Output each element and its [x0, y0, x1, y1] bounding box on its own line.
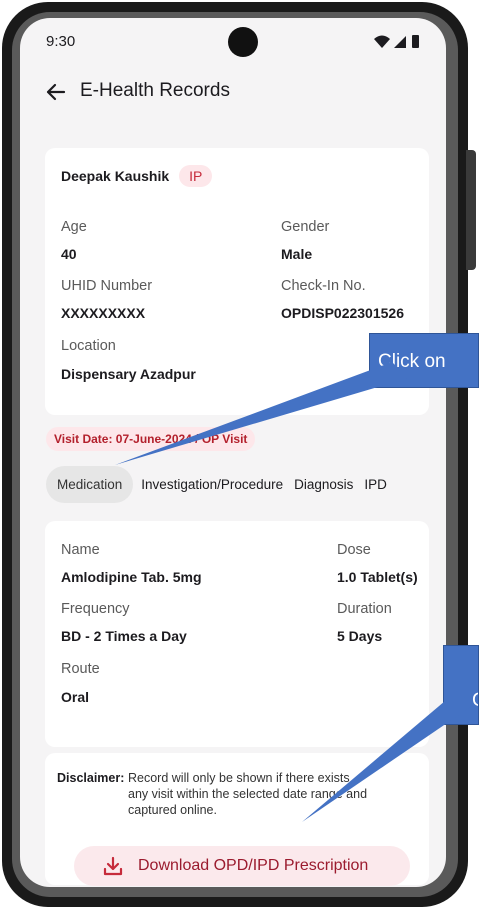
- med-name-value: Amlodipine Tab. 5mg: [61, 569, 202, 585]
- page-title: E-Health Records: [80, 80, 230, 101]
- route-value: Oral: [61, 689, 90, 705]
- duration-label: Duration: [337, 601, 392, 617]
- battery-icon: [412, 35, 419, 48]
- disclaimer-card: Disclaimer: Record will only be shown if…: [45, 753, 429, 886]
- patient-name: Deepak Kaushik: [61, 168, 170, 184]
- ip-status-badge: IP: [179, 165, 213, 187]
- download-prescription-button[interactable]: Download OPD/IPD Prescription: [74, 846, 410, 886]
- checkin-value: OPDISP022301526: [281, 305, 404, 321]
- status-icons: [374, 35, 419, 48]
- checkin-label: Check-In No.: [281, 278, 366, 294]
- download-button-label: Download OPD/IPD Prescription: [138, 857, 369, 874]
- patient-name-row: Deepak Kaushik IP: [61, 165, 213, 187]
- camera-cutout: [228, 27, 258, 57]
- tab-ipd[interactable]: IPD: [364, 477, 387, 492]
- disclaimer-text: Record will only be shown if there exist…: [128, 771, 368, 817]
- back-arrow-icon[interactable]: [42, 78, 70, 106]
- duration-value: 5 Days: [337, 628, 383, 644]
- route-label: Route: [61, 661, 100, 677]
- gender-value: Male: [281, 246, 313, 262]
- wifi-icon: [374, 35, 390, 48]
- dose-label: Dose: [337, 542, 371, 558]
- age-value: 40: [61, 246, 77, 262]
- app-bar: E-Health Records: [20, 74, 446, 122]
- record-tabs: Medication Investigation/Procedure Diagn…: [46, 464, 446, 504]
- uhid-value: XXXXXXXXX: [61, 305, 146, 321]
- phone-side-button: [466, 150, 476, 270]
- uhid-label: UHID Number: [61, 278, 153, 294]
- location-value: Dispensary Azadpur: [61, 366, 196, 382]
- download-icon: [103, 856, 123, 876]
- medication-card: Name Amlodipine Tab. 5mg Dose 1.0 Tablet…: [45, 521, 429, 747]
- frequency-label: Frequency: [61, 601, 130, 617]
- annotation-callout-2: C: [443, 645, 479, 725]
- disclaimer: Disclaimer: Record will only be shown if…: [57, 770, 367, 817]
- age-label: Age: [61, 219, 87, 235]
- visit-date-badge: Visit Date: 07-June-2024 / OP Visit: [46, 427, 256, 451]
- disclaimer-label: Disclaimer:: [57, 771, 125, 785]
- frequency-value: BD - 2 Times a Day: [61, 628, 187, 644]
- gender-label: Gender: [281, 219, 330, 235]
- location-label: Location: [61, 338, 116, 354]
- tab-diagnosis[interactable]: Diagnosis: [294, 477, 353, 492]
- tab-investigation-procedure[interactable]: Investigation/Procedure: [141, 477, 283, 492]
- med-name-label: Name: [61, 542, 100, 558]
- annotation-callout-1: Click on: [369, 333, 479, 388]
- signal-icon: [394, 36, 406, 48]
- status-time: 9:30: [46, 33, 76, 50]
- status-bar: 9:30: [20, 18, 446, 74]
- phone-screen: 9:30 E-Health Records Deepak Kaushik IP …: [20, 18, 446, 887]
- dose-value: 1.0 Tablet(s): [337, 569, 418, 585]
- tab-medication[interactable]: Medication: [46, 465, 134, 503]
